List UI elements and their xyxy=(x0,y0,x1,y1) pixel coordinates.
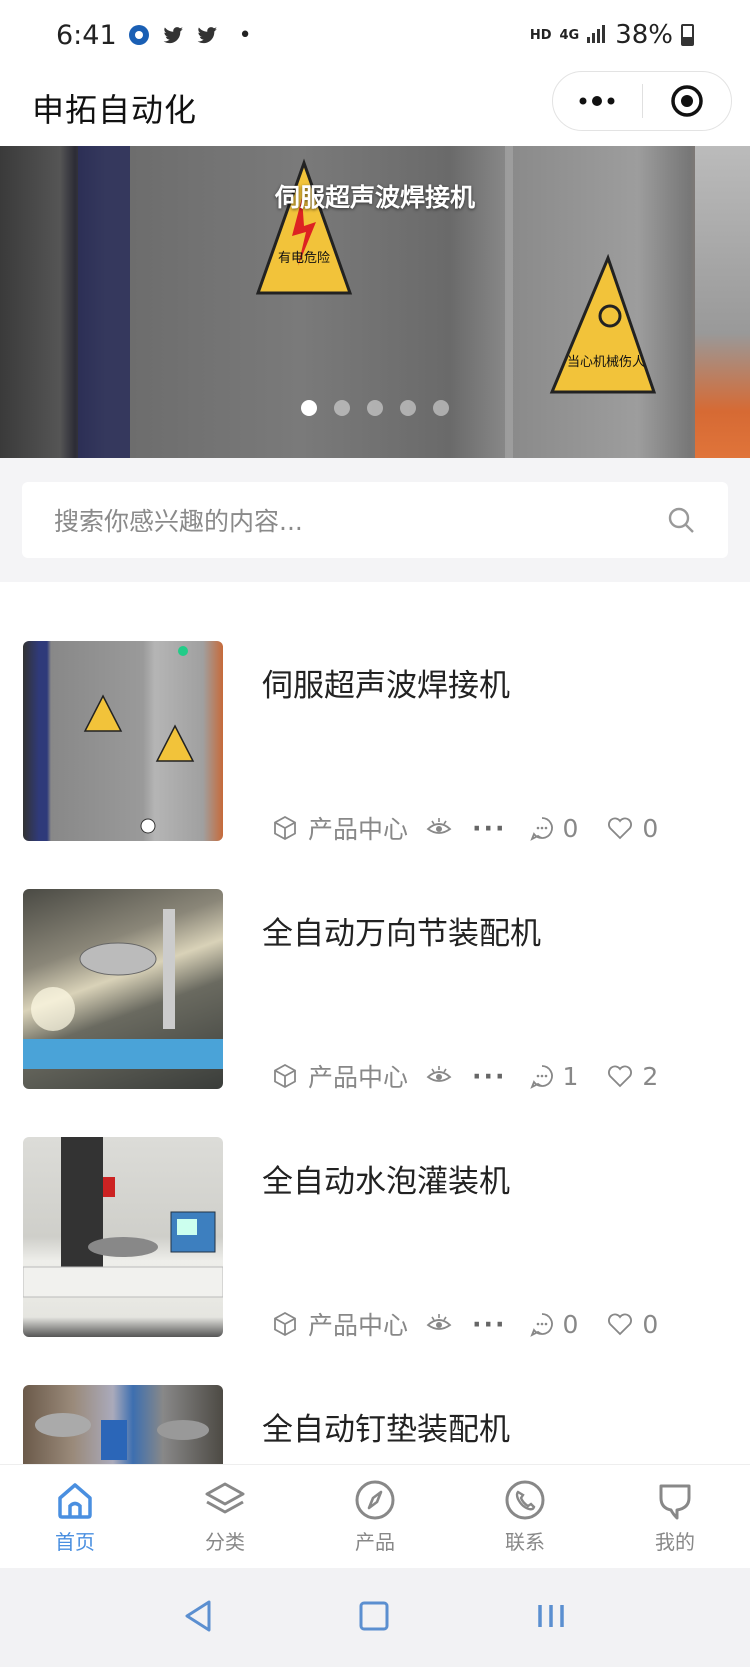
battery-icon xyxy=(681,24,694,46)
notification-dot-icon: • xyxy=(238,22,252,48)
recents-icon[interactable] xyxy=(535,1602,567,1634)
network-type: 4G xyxy=(559,27,580,43)
list-item[interactable]: 全自动水泡灌装机 产品中心 ··· 0 0 xyxy=(0,1078,750,1340)
tab-label: 联系 xyxy=(505,1530,545,1554)
carousel-dot[interactable] xyxy=(301,400,317,416)
product-thumbnail[interactable] xyxy=(23,889,223,1089)
search-placeholder: 搜索你感兴趣的内容... xyxy=(54,507,303,536)
tab-label: 首页 xyxy=(55,1530,95,1554)
mechanical-warning-sign-icon: 当心机械伤人 xyxy=(549,254,657,394)
app-notification-icon xyxy=(127,23,151,47)
search-icon[interactable] xyxy=(666,505,696,535)
more-button[interactable] xyxy=(553,72,642,130)
tab-products[interactable]: 产品 xyxy=(300,1465,450,1568)
page-title: 申拓自动化 xyxy=(32,91,198,129)
product-title[interactable]: 全自动钉垫装配机 xyxy=(262,1404,510,1449)
twitter-icon xyxy=(161,23,185,47)
close-button[interactable] xyxy=(643,72,732,130)
chat-bubble-icon xyxy=(659,1484,691,1520)
list-item[interactable]: 伺服超声波焊接机 产品中心 ··· 0 0 xyxy=(0,582,750,844)
status-bar: 6:41 • HD 4G 38% xyxy=(0,0,750,70)
tab-label: 分类 xyxy=(205,1530,245,1554)
search-section: 搜索你感兴趣的内容... xyxy=(0,458,750,582)
product-title[interactable]: 全自动水泡灌装机 xyxy=(262,1156,510,1201)
tab-mine[interactable]: 我的 xyxy=(600,1465,750,1568)
search-input[interactable]: 搜索你感兴趣的内容... xyxy=(22,482,728,558)
home-icon xyxy=(58,1483,92,1519)
signal-icon xyxy=(587,20,607,50)
product-title[interactable]: 伺服超声波焊接机 xyxy=(262,660,510,705)
back-icon[interactable] xyxy=(183,1598,213,1638)
list-item[interactable]: 全自动钉垫装配机 xyxy=(0,1326,750,1464)
product-list: 伺服超声波焊接机 产品中心 ··· 0 0 全自动万向节装配机 产品中心 ···… xyxy=(0,582,750,1464)
twitter-icon xyxy=(195,23,219,47)
product-thumbnail[interactable] xyxy=(23,641,223,841)
system-nav-bar xyxy=(0,1568,750,1667)
tab-label: 产品 xyxy=(355,1530,395,1554)
capsule-menu xyxy=(552,71,732,131)
list-item[interactable]: 全自动万向节装配机 产品中心 ··· 1 2 xyxy=(0,830,750,1092)
battery-percent: 38% xyxy=(615,20,673,50)
carousel-dot[interactable] xyxy=(334,400,350,416)
tab-home[interactable]: 首页 xyxy=(0,1465,150,1568)
carousel-indicator xyxy=(0,400,750,416)
svg-text:当心机械伤人: 当心机械伤人 xyxy=(567,355,645,370)
tab-contact[interactable]: 联系 xyxy=(450,1465,600,1568)
product-title[interactable]: 全自动万向节装配机 xyxy=(262,908,541,953)
tab-bar: 首页 分类 产品 联系 我的 xyxy=(0,1464,750,1568)
status-time: 6:41 xyxy=(56,19,117,51)
product-thumbnail[interactable] xyxy=(23,1137,223,1337)
svg-text:有电危险: 有电危险 xyxy=(278,251,330,266)
phone-icon xyxy=(505,1480,545,1520)
banner-carousel[interactable]: 有电危险 当心机械伤人 伺服超声波焊接机 xyxy=(0,146,750,458)
target-icon xyxy=(671,85,703,117)
layers-icon xyxy=(205,1482,245,1514)
carousel-dot[interactable] xyxy=(367,400,383,416)
product-thumbnail[interactable] xyxy=(23,1385,223,1464)
more-dots-icon xyxy=(579,96,615,106)
home-square-icon[interactable] xyxy=(358,1600,390,1636)
banner-title: 伺服超声波焊接机 xyxy=(274,183,475,212)
hd-indicator: HD xyxy=(529,27,552,43)
compass-icon xyxy=(355,1480,395,1520)
nav-bar: 申拓自动化 xyxy=(0,70,750,146)
tab-label: 我的 xyxy=(655,1530,695,1554)
tab-category[interactable]: 分类 xyxy=(150,1465,300,1568)
carousel-dot[interactable] xyxy=(400,400,416,416)
carousel-dot[interactable] xyxy=(433,400,449,416)
